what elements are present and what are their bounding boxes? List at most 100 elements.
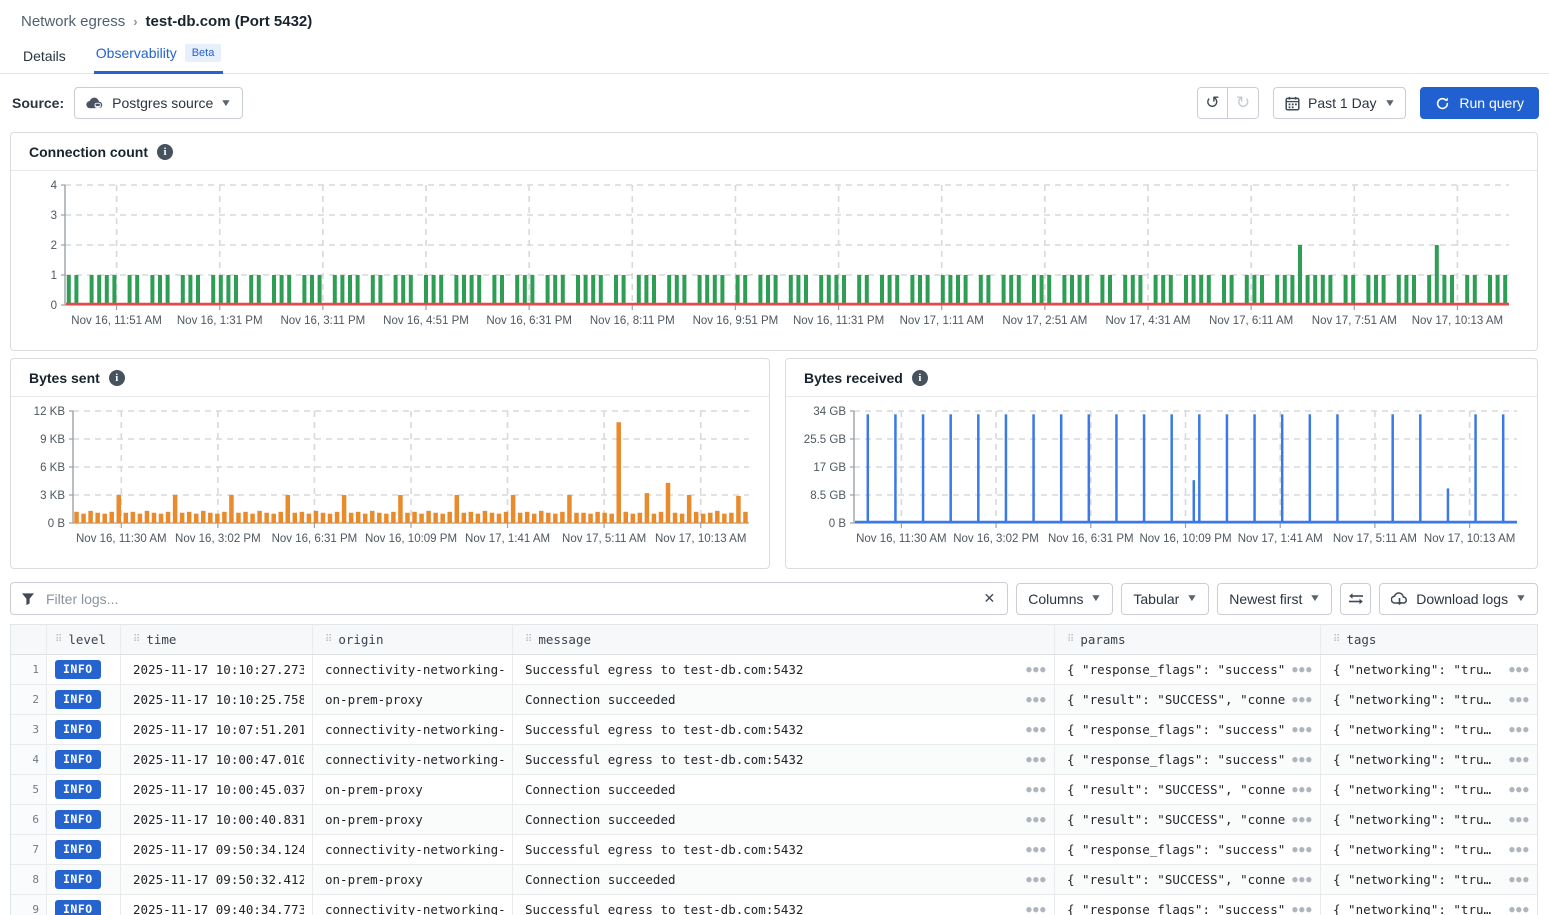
info-icon[interactable]: i — [109, 370, 125, 386]
message-expand-button[interactable]: ●●● — [1026, 905, 1047, 915]
bytes-received-panel: Bytes received i Nov 16, 11:30 AMNov 16,… — [785, 358, 1538, 569]
drag-handle-icon[interactable]: ⠿ — [55, 634, 61, 645]
source-select[interactable]: Postgres source ▼ — [74, 87, 243, 119]
table-row[interactable]: 7 INFO 2025-11-17 09:50:34.124 connectiv… — [11, 835, 1537, 865]
swap-columns-button[interactable] — [1340, 583, 1371, 615]
level-cell: INFO — [47, 895, 121, 915]
tags-expand-button[interactable]: ●●● — [1509, 695, 1530, 705]
table-row[interactable]: 4 INFO 2025-11-17 10:00:47.010 connectiv… — [11, 745, 1537, 775]
params-expand-button[interactable]: ●●● — [1292, 725, 1313, 735]
tab-details-label: Details — [23, 48, 66, 64]
params-expand-button[interactable]: ●●● — [1292, 845, 1313, 855]
drag-handle-icon[interactable]: ⠿ — [1333, 634, 1339, 645]
message-expand-button[interactable]: ●●● — [1026, 695, 1047, 705]
svg-text:Nov 16, 3:11 PM: Nov 16, 3:11 PM — [280, 315, 365, 327]
drag-handle-icon[interactable]: ⠿ — [325, 634, 331, 645]
download-logs-button[interactable]: Download logs ▼ — [1379, 583, 1538, 615]
cloud-database-icon — [86, 96, 104, 111]
svg-text:Nov 16, 6:31 PM: Nov 16, 6:31 PM — [1048, 533, 1134, 545]
header-origin[interactable]: ⠿origin — [313, 625, 513, 654]
info-icon[interactable]: i — [912, 370, 928, 386]
origin-cell: connectivity-networking-… — [313, 895, 513, 915]
drag-handle-icon[interactable]: ⠿ — [1067, 634, 1073, 645]
message-expand-button[interactable]: ●●● — [1026, 845, 1047, 855]
header-level[interactable]: ⠿level — [47, 625, 121, 654]
message-expand-button[interactable]: ●●● — [1026, 785, 1047, 795]
message-expand-button[interactable]: ●●● — [1026, 815, 1047, 825]
undo-icon: ↺ — [1205, 93, 1219, 113]
svg-text:9 KB: 9 KB — [40, 434, 65, 446]
table-row[interactable]: 1 INFO 2025-11-17 10:10:27.273 connectiv… — [11, 655, 1537, 685]
params-expand-button[interactable]: ●●● — [1292, 785, 1313, 795]
svg-text:2: 2 — [51, 240, 57, 252]
header-time[interactable]: ⠿time — [121, 625, 313, 654]
message-expand-button[interactable]: ●●● — [1026, 755, 1047, 765]
time-cell: 2025-11-17 10:00:45.037 — [121, 775, 313, 804]
header-tags[interactable]: ⠿tags — [1321, 625, 1537, 654]
tab-observability[interactable]: Observability Beta — [94, 40, 224, 74]
header-message[interactable]: ⠿message — [513, 625, 1055, 654]
tab-details[interactable]: Details — [21, 44, 68, 73]
breadcrumb-section[interactable]: Network egress — [21, 13, 125, 30]
table-row[interactable]: 3 INFO 2025-11-17 10:07:51.201 connectiv… — [11, 715, 1537, 745]
svg-text:Nov 16, 11:30 AM: Nov 16, 11:30 AM — [76, 533, 167, 545]
tags-cell: { "networking": "tru…●●● — [1321, 835, 1537, 864]
row-number: 1 — [11, 655, 47, 684]
svg-text:6 KB: 6 KB — [40, 462, 65, 474]
params-expand-button[interactable]: ●●● — [1292, 875, 1313, 885]
params-expand-button[interactable]: ●●● — [1292, 665, 1313, 675]
tags-expand-button[interactable]: ●●● — [1509, 725, 1530, 735]
params-expand-button[interactable]: ●●● — [1292, 815, 1313, 825]
table-row[interactable]: 6 INFO 2025-11-17 10:00:40.831 on-prem-p… — [11, 805, 1537, 835]
view-mode-dropdown[interactable]: Tabular ▼ — [1121, 583, 1209, 615]
row-number: 9 — [11, 895, 47, 915]
tags-expand-button[interactable]: ●●● — [1509, 665, 1530, 675]
tags-expand-button[interactable]: ●●● — [1509, 845, 1530, 855]
svg-text:Nov 17, 5:11 AM: Nov 17, 5:11 AM — [1333, 533, 1417, 545]
drag-handle-icon[interactable]: ⠿ — [133, 634, 139, 645]
table-row[interactable]: 8 INFO 2025-11-17 09:50:32.412 on-prem-p… — [11, 865, 1537, 895]
undo-button[interactable]: ↺ — [1198, 88, 1228, 118]
tags-cell: { "networking": "tru…●●● — [1321, 745, 1537, 774]
level-cell: INFO — [47, 835, 121, 864]
message-expand-button[interactable]: ●●● — [1026, 665, 1047, 675]
svg-text:Nov 16, 3:02 PM: Nov 16, 3:02 PM — [953, 533, 1039, 545]
svg-text:Nov 16, 11:30 AM: Nov 16, 11:30 AM — [856, 533, 947, 545]
info-icon[interactable]: i — [157, 144, 173, 160]
tags-expand-button[interactable]: ●●● — [1509, 905, 1530, 915]
date-range-button[interactable]: Past 1 Day ▼ — [1273, 87, 1406, 119]
svg-text:Nov 17, 10:13 AM: Nov 17, 10:13 AM — [1424, 533, 1515, 545]
table-row[interactable]: 5 INFO 2025-11-17 10:00:45.037 on-prem-p… — [11, 775, 1537, 805]
filter-input[interactable] — [44, 590, 971, 608]
tags-expand-button[interactable]: ●●● — [1509, 875, 1530, 885]
sort-order-dropdown[interactable]: Newest first ▼ — [1217, 583, 1332, 615]
message-expand-button[interactable]: ●●● — [1026, 725, 1047, 735]
params-cell: { "response_flags": "success",…●●● — [1055, 895, 1321, 915]
tags-cell: { "networking": "tru…●●● — [1321, 895, 1537, 915]
params-expand-button[interactable]: ●●● — [1292, 695, 1313, 705]
params-expand-button[interactable]: ●●● — [1292, 755, 1313, 765]
tags-expand-button[interactable]: ●●● — [1509, 755, 1530, 765]
svg-text:Nov 16, 3:02 PM: Nov 16, 3:02 PM — [175, 533, 261, 545]
tags-expand-button[interactable]: ●●● — [1509, 785, 1530, 795]
chevron-down-icon: ▼ — [1186, 593, 1198, 604]
table-row[interactable]: 2 INFO 2025-11-17 10:10:25.758 on-prem-p… — [11, 685, 1537, 715]
columns-dropdown[interactable]: Columns ▼ — [1016, 583, 1113, 615]
header-params[interactable]: ⠿params — [1055, 625, 1321, 654]
run-query-button[interactable]: Run query — [1420, 87, 1539, 119]
origin-cell: on-prem-proxy — [313, 865, 513, 894]
redo-button[interactable]: ↻ — [1228, 88, 1258, 118]
params-expand-button[interactable]: ●●● — [1292, 905, 1313, 915]
svg-text:3 KB: 3 KB — [40, 490, 65, 502]
tags-expand-button[interactable]: ●●● — [1509, 815, 1530, 825]
svg-text:Nov 16, 11:51 AM: Nov 16, 11:51 AM — [71, 315, 162, 327]
origin-cell: connectivity-networking-… — [313, 655, 513, 684]
breadcrumb: Network egress › test-db.com (Port 5432) — [0, 0, 1549, 30]
table-row[interactable]: 9 INFO 2025-11-17 09:40:34.773 connectiv… — [11, 895, 1537, 915]
svg-text:8.5 GB: 8.5 GB — [810, 490, 846, 502]
level-badge: INFO — [55, 840, 101, 859]
table-header: ⠿level ⠿time ⠿origin ⠿message ⠿params ⠿t… — [11, 625, 1537, 655]
drag-handle-icon[interactable]: ⠿ — [525, 634, 531, 645]
message-expand-button[interactable]: ●●● — [1026, 875, 1047, 885]
clear-filter-button[interactable]: ✕ — [980, 588, 1000, 609]
